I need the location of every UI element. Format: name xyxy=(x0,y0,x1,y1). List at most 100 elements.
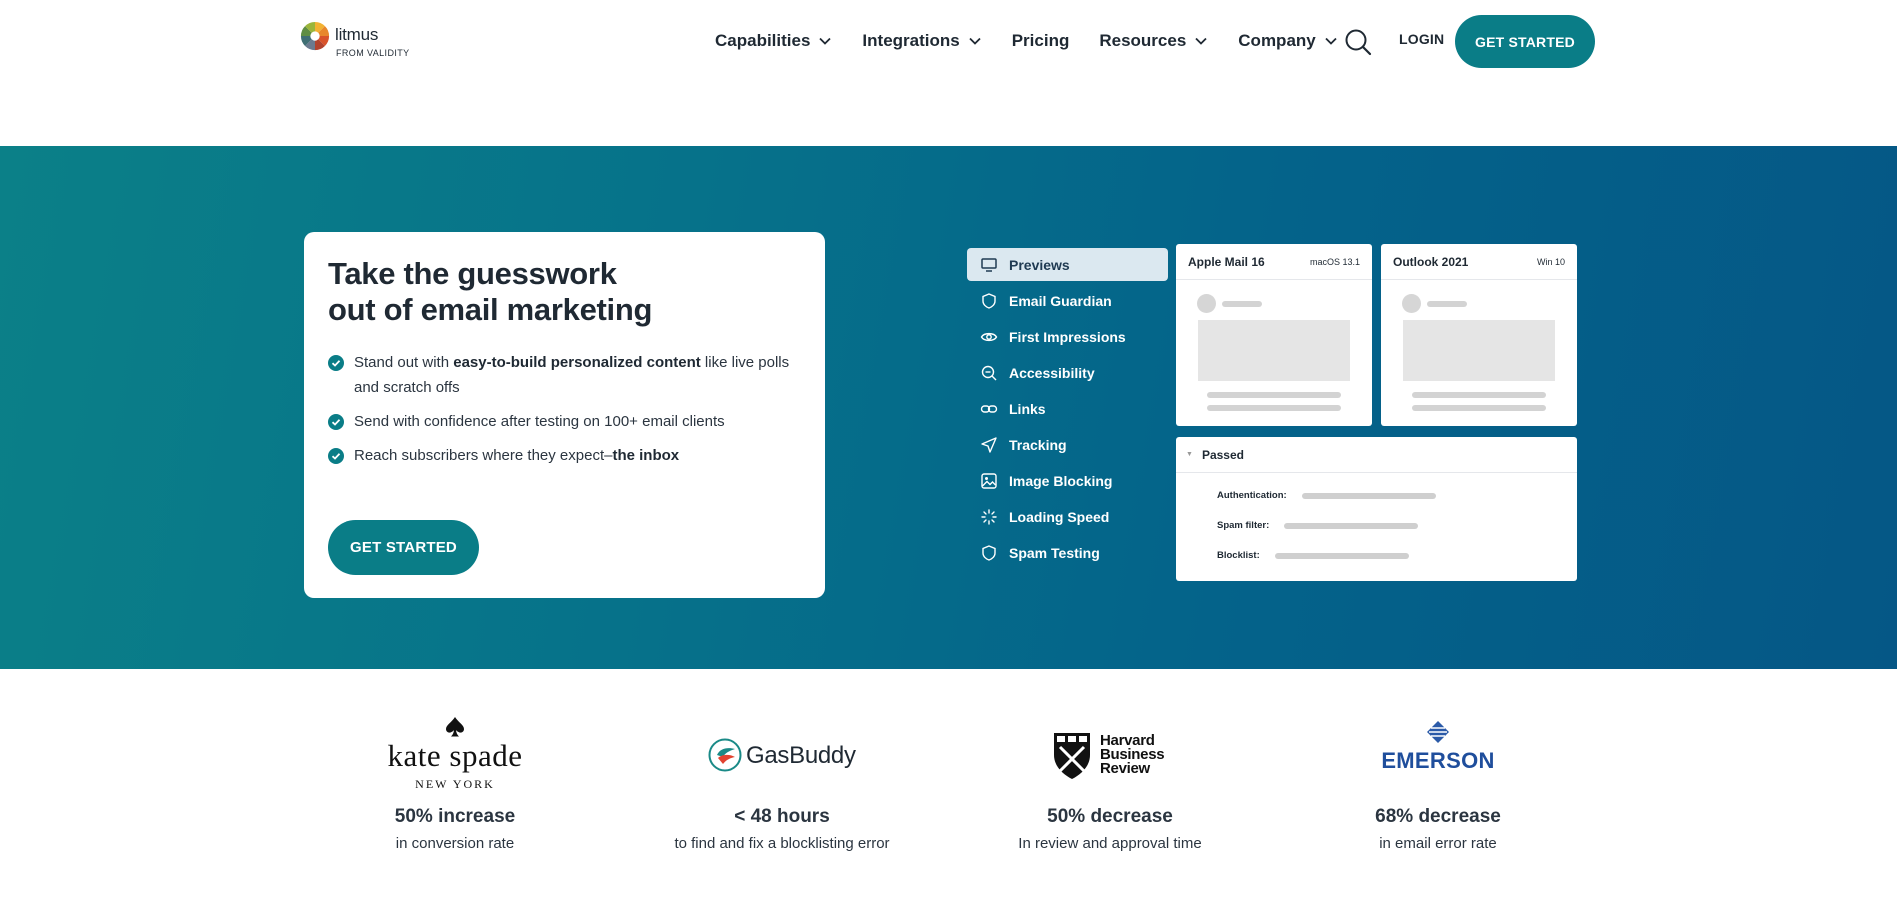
hero-get-started-button[interactable]: GET STARTED xyxy=(328,520,479,575)
feature-tracking[interactable]: Tracking xyxy=(967,427,1168,463)
kate-spade-logo: kate spade NEW YORK xyxy=(295,710,615,802)
feature-previews[interactable]: Previews xyxy=(967,248,1168,281)
site-header: litmus FROM VALIDITY Capabilities Integr… xyxy=(0,0,1897,84)
gasbuddy-logo: GasBuddy xyxy=(622,710,942,802)
shield-icon xyxy=(980,292,998,310)
spam-row-label: Spam filter: xyxy=(1217,520,1270,531)
hbr-shield-icon xyxy=(1054,733,1090,779)
spade-icon xyxy=(446,717,464,737)
preview-client: Outlook 2021 xyxy=(1393,254,1469,269)
skeleton-line xyxy=(1284,522,1419,529)
bullet-bold: the inbox xyxy=(612,447,680,464)
feature-label: Previews xyxy=(1009,256,1070,273)
spam-results-panel: ▼ Passed Authentication: Spam filter: Bl… xyxy=(1176,437,1577,581)
send-icon xyxy=(980,436,998,454)
bullet-text: Stand out with xyxy=(354,354,454,371)
feature-label: Email Guardian xyxy=(1009,293,1112,309)
login-link[interactable]: LOGIN xyxy=(1399,31,1444,47)
check-circle-icon xyxy=(328,448,344,464)
hero-title-line2: out of email marketing xyxy=(328,292,653,327)
stat-detail: to find and fix a blocklisting error xyxy=(674,835,890,852)
nav-capabilities[interactable]: Capabilities xyxy=(715,31,832,51)
feature-spam-testing[interactable]: Spam Testing xyxy=(967,535,1168,571)
feature-image-blocking[interactable]: Image Blocking xyxy=(967,463,1168,499)
feature-email-guardian[interactable]: Email Guardian xyxy=(967,283,1168,319)
preview-header: Apple Mail 16 macOS 13.1 xyxy=(1176,244,1372,280)
check-circle-icon xyxy=(328,414,344,430)
preview-os: Win 10 xyxy=(1536,256,1565,267)
image-icon xyxy=(980,472,998,490)
bullet-item: Send with confidence after testing on 10… xyxy=(328,409,801,434)
spam-row-spam-filter: Spam filter: xyxy=(1217,520,1419,531)
gasbuddy-wordmark: GasBuddy xyxy=(746,742,856,769)
stat-harvard-business-review: Harvard Business Review 50% decrease In … xyxy=(950,710,1270,852)
feature-first-impressions[interactable]: First Impressions xyxy=(967,319,1168,355)
feature-label: Tracking xyxy=(1009,437,1067,453)
spam-row-label: Blocklist: xyxy=(1217,550,1260,561)
stat-gasbuddy: GasBuddy < 48 hours to find and fix a bl… xyxy=(622,710,942,852)
chevron-down-icon xyxy=(819,37,832,45)
stat-detail: in email error rate xyxy=(1379,835,1497,852)
stat-headline: 50% decrease xyxy=(1047,806,1173,827)
stat-headline: < 48 hours xyxy=(734,806,830,827)
hero-card: Take the guesswork out of email marketin… xyxy=(304,232,825,598)
skeleton-line xyxy=(1301,492,1436,499)
link-icon xyxy=(980,400,998,418)
litmus-logo[interactable]: litmus FROM VALIDITY xyxy=(300,20,420,60)
feature-links[interactable]: Links xyxy=(967,391,1168,427)
spam-row-blocklist: Blocklist: xyxy=(1217,550,1409,561)
main-nav: Capabilities Integrations Pricing Resour… xyxy=(715,26,1368,56)
hero-section: Take the guesswork out of email marketin… xyxy=(0,146,1897,669)
feature-label: Links xyxy=(1009,401,1046,417)
hero-title-line1: Take the guesswork xyxy=(328,256,617,291)
skeleton-line xyxy=(1274,552,1409,559)
chevron-down-icon xyxy=(1195,37,1207,45)
bullet-bold: easy-to-build personalized content xyxy=(453,354,701,371)
feature-loading-speed[interactable]: Loading Speed xyxy=(967,499,1168,535)
check-circle-icon xyxy=(328,355,344,371)
customer-stats: kate spade NEW YORK 50% increase in conv… xyxy=(0,710,1897,904)
skeleton-line xyxy=(1427,301,1467,307)
stat-headline: 50% increase xyxy=(394,806,516,827)
zoom-icon xyxy=(980,364,998,382)
feature-label: Loading Speed xyxy=(1009,509,1110,525)
get-started-button[interactable]: GET STARTED xyxy=(1455,15,1595,68)
feature-menu: Previews Email Guardian First Impression… xyxy=(967,248,1168,571)
stat-detail: In review and approval time xyxy=(1018,835,1202,852)
kate-spade-wordmark: kate spade xyxy=(387,738,523,773)
skeleton-avatar xyxy=(1197,294,1216,313)
kate-spade-sub: NEW YORK xyxy=(415,777,495,791)
shield-icon xyxy=(980,544,998,562)
search-icon[interactable] xyxy=(1344,28,1372,56)
nav-label: Pricing xyxy=(1011,31,1070,50)
stat-emerson: EMERSON 68% decrease in email error rate xyxy=(1278,710,1598,852)
skeleton-avatar xyxy=(1402,294,1421,313)
nav-pricing[interactable]: Pricing xyxy=(1012,31,1070,51)
passed-header[interactable]: ▼ Passed xyxy=(1176,437,1577,473)
preview-panel-outlook[interactable]: Outlook 2021 Win 10 xyxy=(1381,244,1577,426)
nav-label: Company xyxy=(1238,31,1316,50)
hbr-line: Review xyxy=(1100,760,1150,777)
nav-company[interactable]: Company xyxy=(1238,31,1337,51)
bullet-text: Send with confidence after testing on 10… xyxy=(354,413,725,430)
hbr-wordmark: Harvard Business Review xyxy=(1100,733,1165,777)
emerson-logo: EMERSON xyxy=(1278,710,1598,802)
nav-integrations[interactable]: Integrations xyxy=(862,31,981,51)
chevron-down-icon xyxy=(1325,37,1337,45)
loader-icon xyxy=(980,508,998,526)
skeleton-image xyxy=(1403,320,1555,381)
chevron-down-icon xyxy=(969,37,981,45)
preview-client: Apple Mail 16 xyxy=(1188,254,1265,269)
spam-row-label: Authentication: xyxy=(1217,490,1287,501)
caret-down-icon: ▼ xyxy=(1186,451,1193,458)
feature-accessibility[interactable]: Accessibility xyxy=(967,355,1168,391)
feature-label: Accessibility xyxy=(1009,365,1095,381)
preview-panel-apple-mail[interactable]: Apple Mail 16 macOS 13.1 xyxy=(1176,244,1372,426)
skeleton-line xyxy=(1412,405,1546,411)
nav-label: Capabilities xyxy=(715,31,811,50)
nav-resources[interactable]: Resources xyxy=(1099,31,1208,51)
passed-status: Passed xyxy=(1201,447,1244,462)
logo-subtitle: FROM VALIDITY xyxy=(336,48,410,58)
hbr-logo: Harvard Business Review xyxy=(950,710,1270,802)
skeleton-line xyxy=(1412,392,1546,398)
